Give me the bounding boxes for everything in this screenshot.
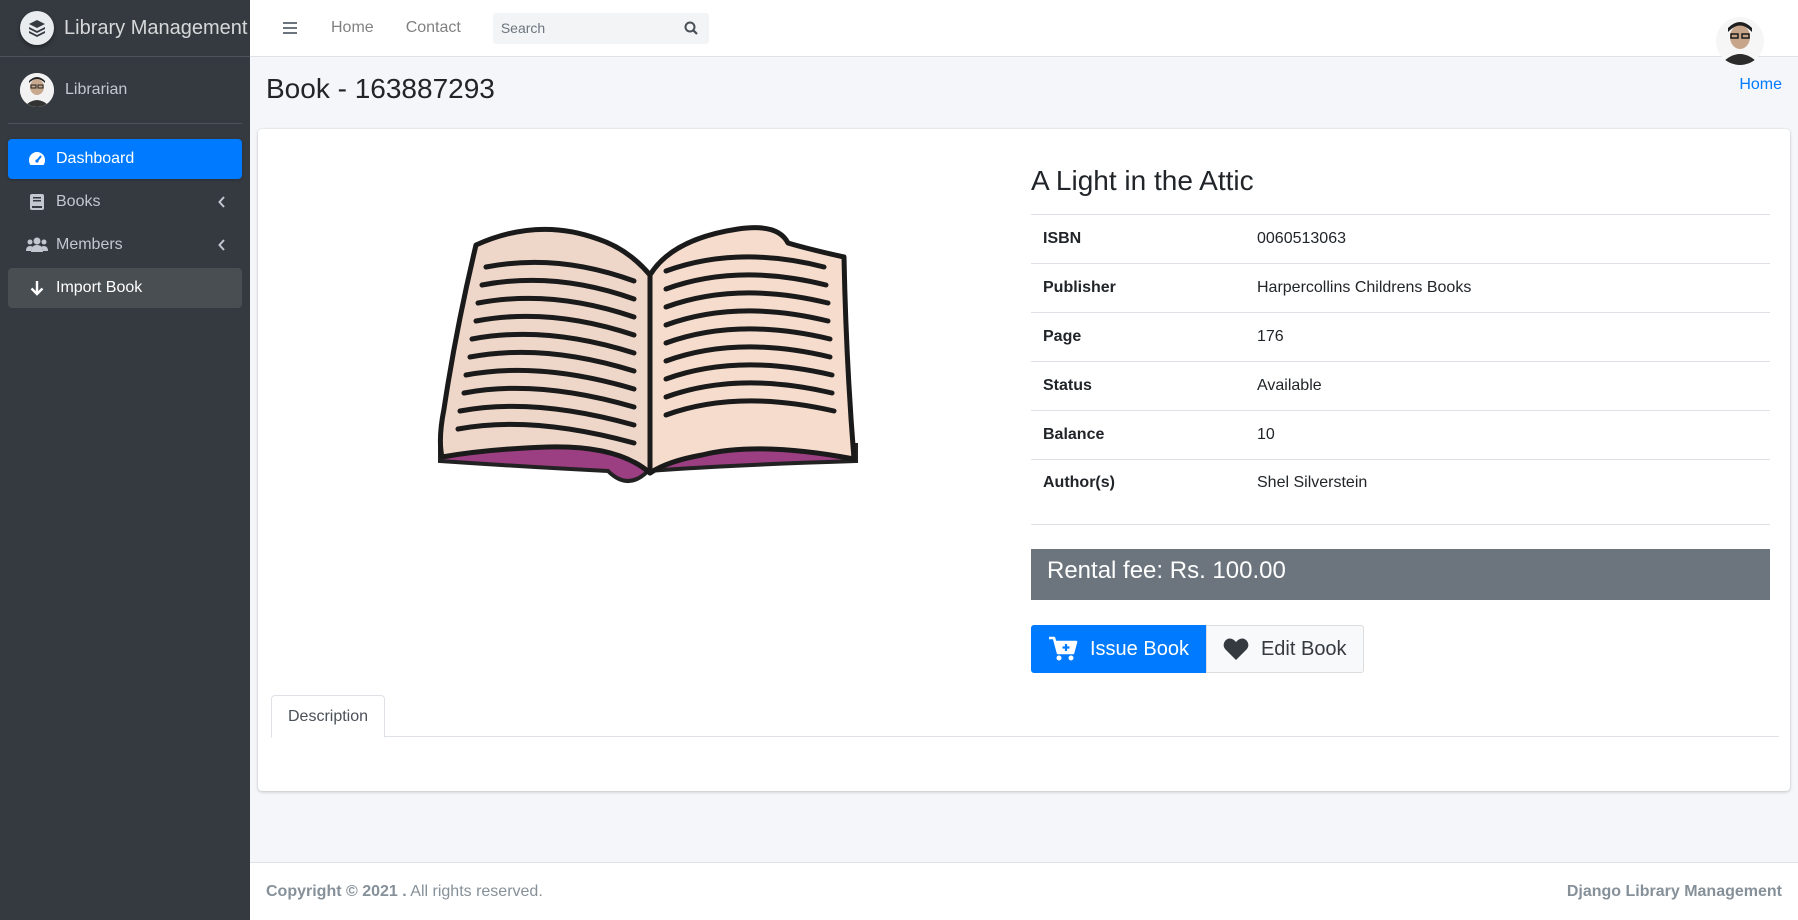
detail-key: Page [1031, 312, 1245, 362]
issue-book-label: Issue Book [1090, 637, 1189, 660]
layers-logo-icon [20, 11, 54, 45]
detail-key: Author(s) [1031, 459, 1245, 525]
rental-fee-banner: Rental fee: Rs. 100.00 [1031, 549, 1770, 600]
book-detail-card: A Light in the Attic ISBN 0060513063 Pub… [258, 129, 1790, 791]
sidebar-item-import-book[interactable]: Import Book [8, 268, 242, 308]
main-footer: Copyright © 2021 . All rights reserved. … [250, 862, 1798, 920]
sidebar-item-dashboard[interactable]: Dashboard [8, 139, 242, 179]
nav-link-contact[interactable]: Contact [390, 19, 477, 37]
sidebar-item-label: Import Book [56, 279, 143, 296]
user-avatar [20, 73, 54, 107]
table-row: ISBN 0060513063 [1031, 214, 1770, 264]
book-cover-image [428, 209, 878, 509]
detail-value: 10 [1245, 410, 1770, 460]
action-buttons: Issue Book Edit Book [1031, 625, 1364, 673]
table-row: Author(s) Shel Silverstein [1031, 459, 1770, 525]
table-row: Status Available [1031, 361, 1770, 411]
sidebar-item-label: Members [56, 236, 123, 253]
sidebar-item-books[interactable]: Books [8, 182, 242, 222]
top-navbar: Home Contact [250, 0, 1798, 65]
edit-book-button[interactable]: Edit Book [1205, 625, 1364, 673]
main-sidebar: Library Management Librarian Dashboard B… [0, 0, 250, 920]
issue-book-button[interactable]: Issue Book [1031, 625, 1206, 673]
table-row: Page 176 [1031, 312, 1770, 362]
breadcrumb-home[interactable]: Home [1739, 76, 1782, 94]
brand-link[interactable]: Library Management [0, 0, 250, 57]
copyright-rest: All rights reserved. [406, 882, 543, 900]
copyright: Copyright © 2021 . All rights reserved. [266, 883, 543, 901]
detail-value: 0060513063 [1245, 214, 1770, 264]
sidebar-nav: Dashboard Books Members Import Book [0, 124, 250, 308]
tachometer-icon [26, 149, 48, 169]
user-panel[interactable]: Librarian [8, 57, 242, 124]
table-row: Publisher Harpercollins Childrens Books [1031, 263, 1770, 313]
arrow-down-icon [26, 278, 48, 298]
detail-value: Harpercollins Childrens Books [1245, 263, 1770, 313]
sidebar-item-label: Books [56, 193, 101, 210]
book-icon [26, 192, 48, 212]
table-row: Balance 10 [1031, 410, 1770, 460]
cart-plus-icon [1048, 636, 1078, 662]
detail-key: Balance [1031, 410, 1245, 460]
heart-icon [1223, 637, 1249, 661]
detail-key: ISBN [1031, 214, 1245, 264]
chevron-left-icon [218, 195, 226, 213]
detail-value: Available [1245, 361, 1770, 411]
edit-book-label: Edit Book [1260, 637, 1347, 660]
sidebar-item-members[interactable]: Members [8, 225, 242, 265]
detail-key: Status [1031, 361, 1245, 411]
detail-value: 176 [1245, 312, 1770, 362]
users-icon [26, 235, 48, 255]
brand-name: Library Management [64, 16, 248, 39]
search-icon[interactable] [673, 13, 709, 44]
sidebar-item-label: Dashboard [56, 150, 135, 167]
book-tabs: Description [271, 695, 1779, 738]
page-title: Book - 163887293 [266, 73, 495, 104]
tab-description[interactable]: Description [271, 695, 386, 738]
nav-link-home[interactable]: Home [315, 19, 390, 37]
navbar-search [492, 12, 709, 44]
detail-value: Shel Silverstein [1245, 459, 1770, 525]
chevron-left-icon [218, 238, 226, 256]
book-details-table: ISBN 0060513063 Publisher Harpercollins … [1031, 214, 1770, 525]
menu-toggle-icon[interactable] [265, 8, 315, 48]
detail-key: Publisher [1031, 263, 1245, 313]
user-avatar[interactable] [1716, 17, 1764, 65]
user-name: Librarian [65, 81, 128, 98]
search-input[interactable] [492, 12, 673, 44]
footer-app-name: Django Library Management [1566, 882, 1782, 900]
book-title: A Light in the Attic [1031, 165, 1254, 196]
copyright-bold: Copyright © 2021 . [266, 882, 407, 900]
